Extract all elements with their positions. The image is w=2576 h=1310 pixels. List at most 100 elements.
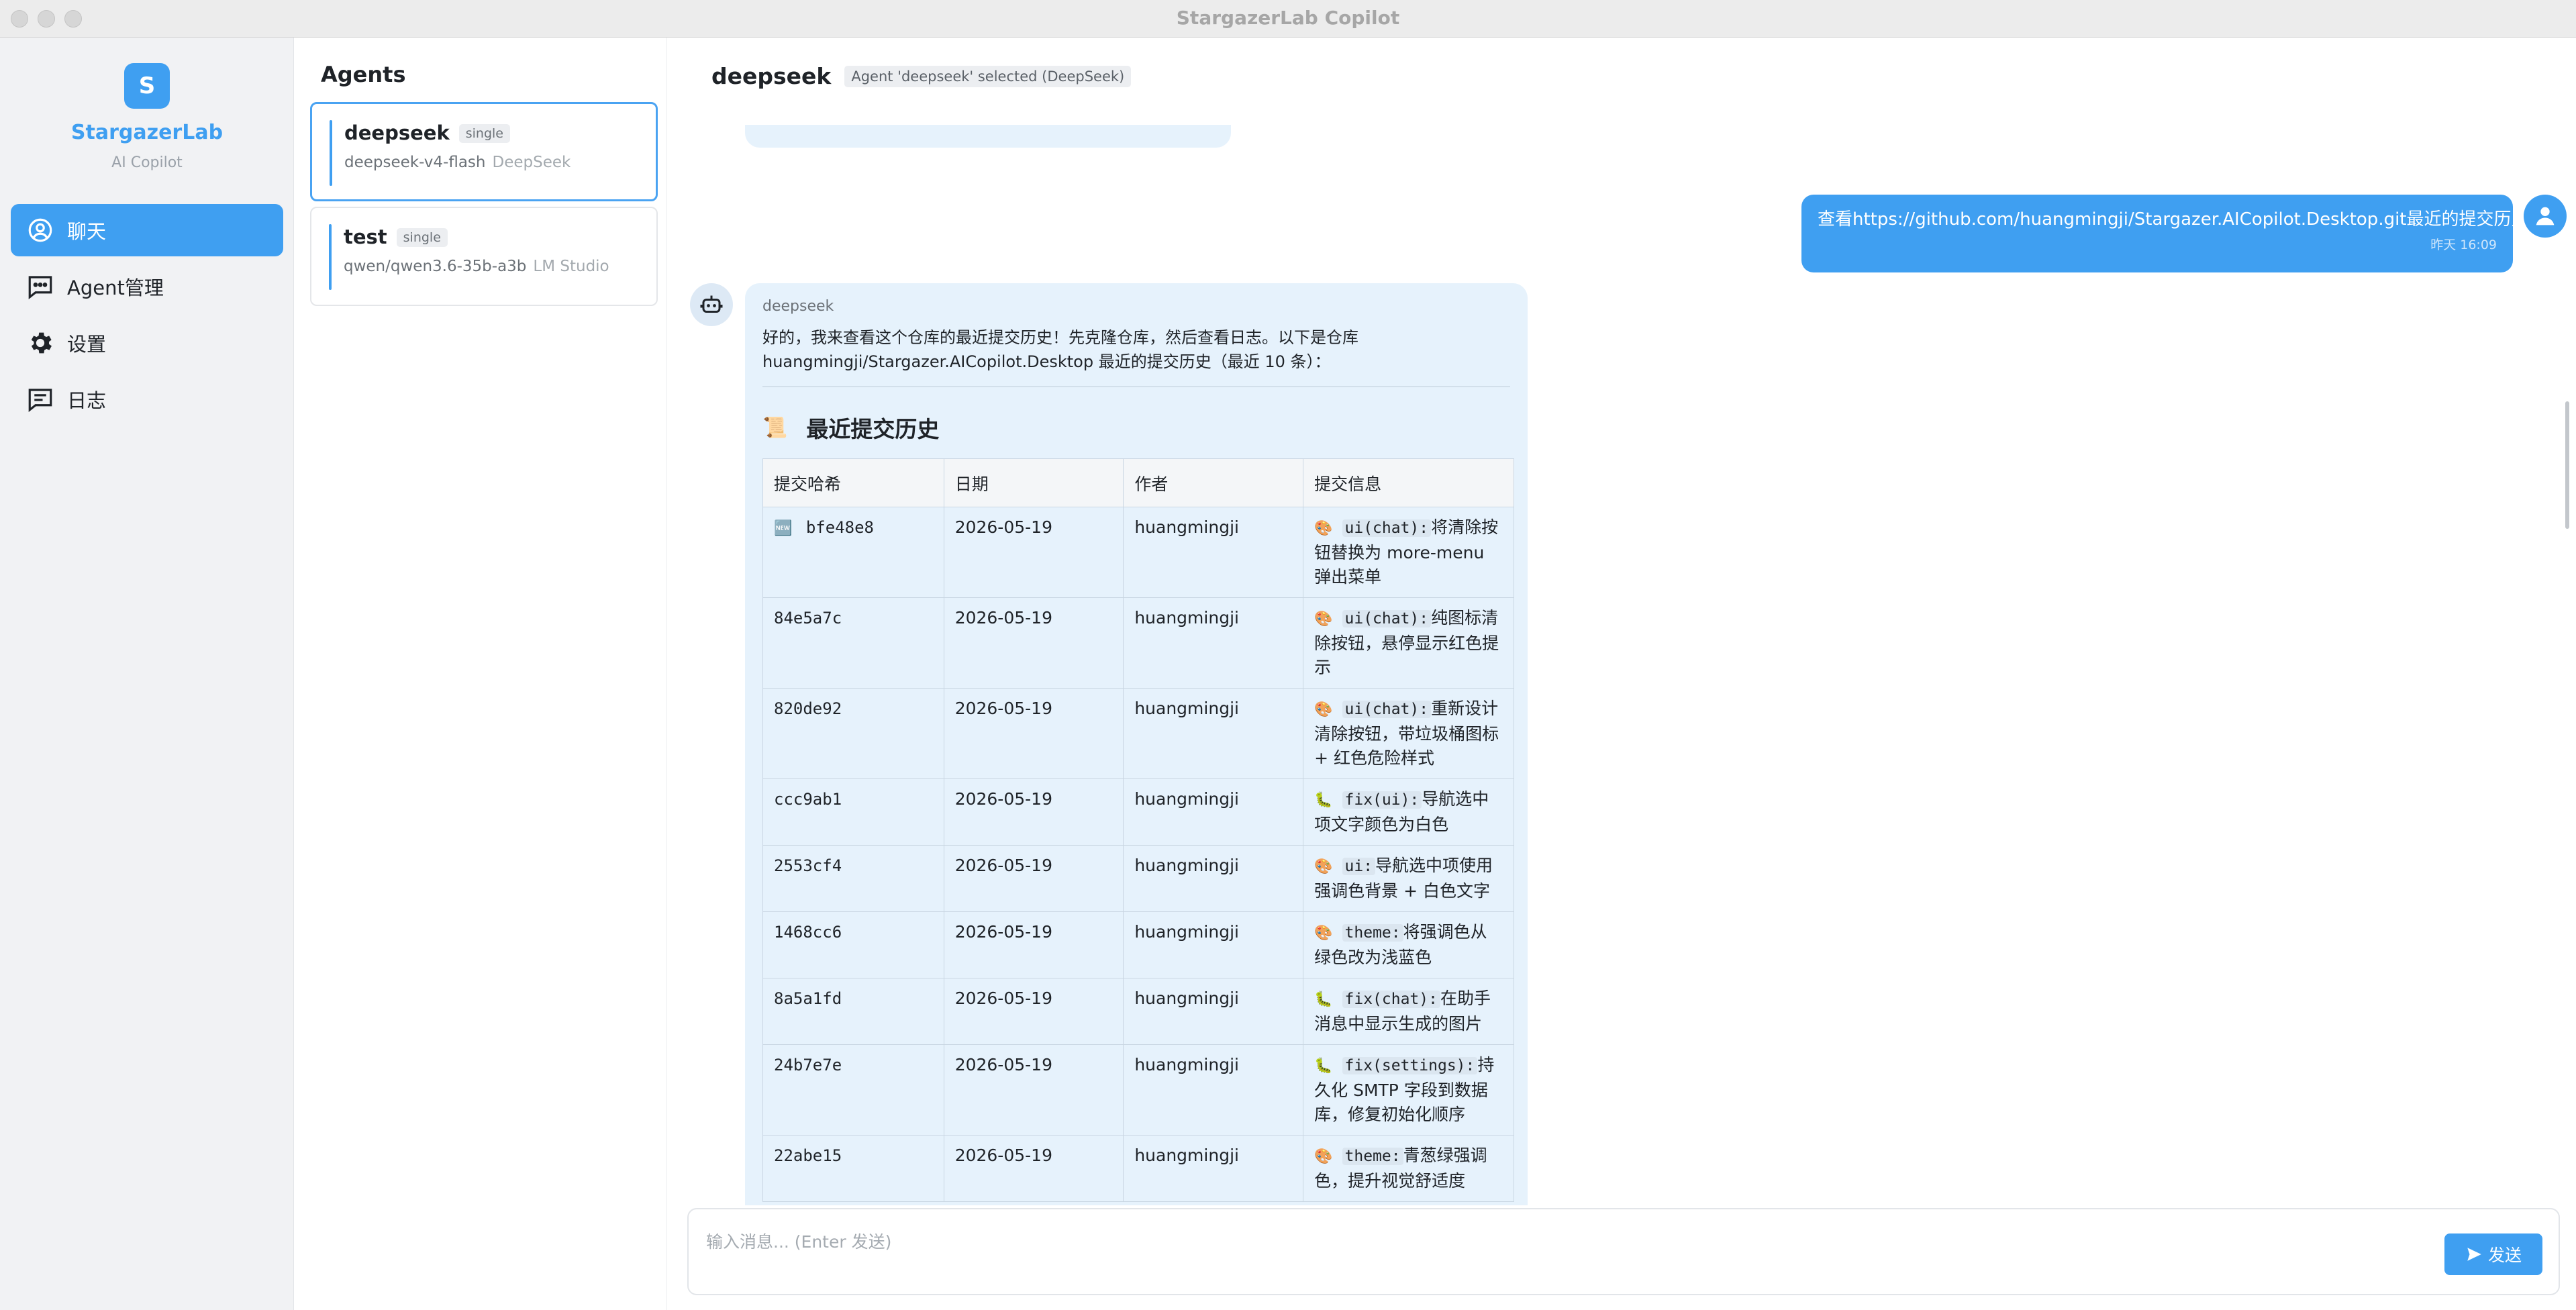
chat-header: deepseek Agent 'deepseek' selected (Deep…	[711, 63, 1132, 89]
commit-hash-cell: 84e5a7c	[762, 597, 944, 689]
brand-subtitle: AI Copilot	[111, 154, 183, 171]
sidebar-item-settings[interactable]: 设置	[11, 317, 283, 369]
table-row: 820de92 2026-05-19 huangmingji 🎨 ui(chat): 重…	[762, 688, 1514, 779]
app-logo: S	[124, 63, 170, 109]
agent-card-deepseek[interactable]: deepseek single deepseek-v4-flash DeepSeek	[310, 102, 658, 201]
commit-hash: ccc9ab1	[774, 790, 842, 809]
agent-model-row: deepseek-v4-flash DeepSeek	[344, 154, 571, 171]
commit-author: huangmingji	[1123, 911, 1304, 978]
previous-message-bubble	[745, 125, 1231, 148]
agent-accent-bar	[329, 224, 332, 290]
commit-type-icon: 🎨	[1314, 701, 1333, 718]
commit-hash-cell: 22abe15	[762, 1135, 944, 1202]
commit-message-cell: 🎨 ui(chat): 将清除按钮替换为 more-menu 弹出菜单	[1303, 507, 1514, 598]
sidebar-item-logs[interactable]: 日志	[11, 373, 283, 425]
commit-scope: fix(chat):	[1342, 991, 1440, 1008]
commit-type-icon: 🐛	[1314, 1058, 1333, 1074]
commit-message-cell: 🐛 fix(ui): 导航选中项文字颜色为白色	[1303, 778, 1514, 846]
user-avatar	[2524, 195, 2567, 238]
agents-panel: Agents deepseek single deepseek-v4-flash D…	[294, 38, 667, 1310]
commit-type-icon: 🎨	[1314, 520, 1333, 537]
commit-author: huangmingji	[1123, 978, 1304, 1045]
commit-hash: 84e5a7c	[774, 609, 842, 627]
commit-author: huangmingji	[1123, 507, 1304, 598]
user-message-time: 昨天 16:09	[2430, 238, 2497, 252]
user-icon	[2536, 207, 2555, 225]
commit-type-icon: 🎨	[1314, 925, 1333, 942]
commit-message-cell: 🎨 theme: 青葱绿强调色，提升视觉舒适度	[1303, 1135, 1514, 1202]
commit-message-cell: 🐛 fix(chat): 在助手消息中显示生成的图片	[1303, 978, 1514, 1045]
send-icon	[2467, 1248, 2481, 1261]
commit-message-cell: 🎨 ui: 导航选中项使用强调色背景 + 白色文字	[1303, 845, 1514, 912]
commit-message: 导航选中项使用强调色背景 + 白色文字	[1314, 856, 1493, 901]
commit-hash: 820de92	[774, 699, 842, 718]
commit-hash: 24b7e7e	[774, 1056, 842, 1074]
user-message-text: 查看https://github.com/huangmingji/Stargaz…	[1818, 209, 2529, 230]
chat-status-badge: Agent 'deepseek' selected (DeepSeek)	[844, 65, 1132, 87]
agent-name: deepseek	[344, 121, 450, 144]
commit-hash-cell: 820de92	[762, 688, 944, 779]
commit-scope: theme:	[1342, 924, 1403, 942]
robot-icon	[700, 295, 723, 313]
commit-message-cell: 🎨 ui(chat): 纯图标清除按钮，悬停显示红色提示	[1303, 597, 1514, 689]
commit-hash: 8a5a1fd	[774, 989, 842, 1008]
agents-title: Agents	[321, 62, 406, 87]
agent-provider: DeepSeek	[492, 154, 571, 171]
message-input[interactable]	[706, 1221, 2424, 1262]
message-list-scrollbar[interactable]	[2565, 401, 2569, 529]
commit-hash: 2553cf4	[774, 856, 842, 875]
chat-bubble-user-icon	[26, 215, 55, 245]
sidebar-item-agent-management[interactable]: Agent管理	[11, 260, 283, 313]
commit-hash-cell: 8a5a1fd	[762, 978, 944, 1045]
commit-author: huangmingji	[1123, 1135, 1304, 1202]
commit-history-heading: 📜 最近提交历史	[762, 411, 1510, 444]
title-bar: StargazerLab Copilot	[0, 0, 2576, 38]
table-row: ccc9ab1 2026-05-19 huangmingji 🐛 fix(ui): 导航…	[762, 778, 1514, 846]
commit-type-icon: 🐛	[1314, 991, 1333, 1008]
divider	[762, 386, 1510, 387]
sidebar-item-label: 聊天	[67, 220, 107, 243]
agent-card-test[interactable]: test single qwen/qwen3.6-35b-a3b LM Studio	[310, 207, 658, 306]
assistant-intro-text: 好的，我来查看这个仓库的最近提交历史！先克隆仓库，然后查看日志。以下是仓库 hu…	[762, 328, 1358, 371]
table-row: 2553cf4 2026-05-19 huangmingji 🎨 ui: 导航选中项使用…	[762, 845, 1514, 912]
agent-name-row: test single	[344, 225, 448, 248]
agent-model: qwen/qwen3.6-35b-a3b	[344, 258, 527, 275]
commit-message-cell: 🎨 theme: 将强调色从绿色改为浅蓝色	[1303, 911, 1514, 978]
commit-scope: ui(chat):	[1342, 610, 1432, 627]
commit-type-icon: 🐛	[1314, 792, 1333, 809]
gear-icon	[26, 328, 55, 358]
sidebar-item-label: 设置	[67, 333, 107, 356]
chat-title: deepseek	[711, 63, 832, 89]
commit-hash: 1468cc6	[774, 923, 842, 942]
sidebar-item-label: Agent管理	[67, 276, 164, 299]
table-row: 24b7e7e 2026-05-19 huangmingji 🐛 fix(settin…	[762, 1044, 1514, 1136]
agent-mode-badge: single	[458, 124, 510, 143]
commit-date: 2026-05-19	[943, 507, 1124, 598]
bot-avatar	[690, 283, 733, 326]
table-row: 1468cc6 2026-05-19 huangmingji 🎨 theme: 将强调色…	[762, 911, 1514, 978]
chat-area: deepseek Agent 'deepseek' selected (Deep…	[667, 38, 2576, 1310]
commit-message-cell: 🐛 fix(settings): 持久化 SMTP 字段到数据库，修复初始化顺序	[1303, 1044, 1514, 1136]
agent-provider: LM Studio	[533, 258, 609, 275]
message-list[interactable]: 查看https://github.com/huangmingji/Stargaz…	[667, 125, 2576, 1205]
log-list-icon	[26, 385, 55, 414]
column-header-date: 日期	[943, 458, 1124, 507]
commit-scope: ui(chat):	[1342, 519, 1432, 537]
commit-date: 2026-05-19	[943, 778, 1124, 846]
commit-scope: fix(settings):	[1342, 1057, 1478, 1074]
commit-date: 2026-05-19	[943, 911, 1124, 978]
column-header-message: 提交信息	[1303, 458, 1514, 507]
table-row: 🆕 bfe48e8 2026-05-19 huangmingji 🎨 ui(chat)…	[762, 507, 1514, 598]
commit-author: huangmingji	[1123, 597, 1304, 689]
send-button[interactable]: 发送	[2444, 1233, 2542, 1275]
commit-date: 2026-05-19	[943, 978, 1124, 1045]
agent-model: deepseek-v4-flash	[344, 154, 486, 171]
agent-model-row: qwen/qwen3.6-35b-a3b LM Studio	[344, 258, 609, 275]
table-header-row: 提交哈希 日期 作者 提交信息	[762, 458, 1514, 507]
scroll-icon: 📜	[762, 415, 788, 440]
commit-author: huangmingji	[1123, 845, 1304, 912]
commit-type-icon: 🎨	[1314, 1148, 1333, 1165]
commit-hash-cell: 🆕 bfe48e8	[762, 507, 944, 598]
table-row: 22abe15 2026-05-19 huangmingji 🎨 theme: 青葱绿强…	[762, 1135, 1514, 1202]
sidebar-item-chat[interactable]: 聊天	[11, 204, 283, 256]
